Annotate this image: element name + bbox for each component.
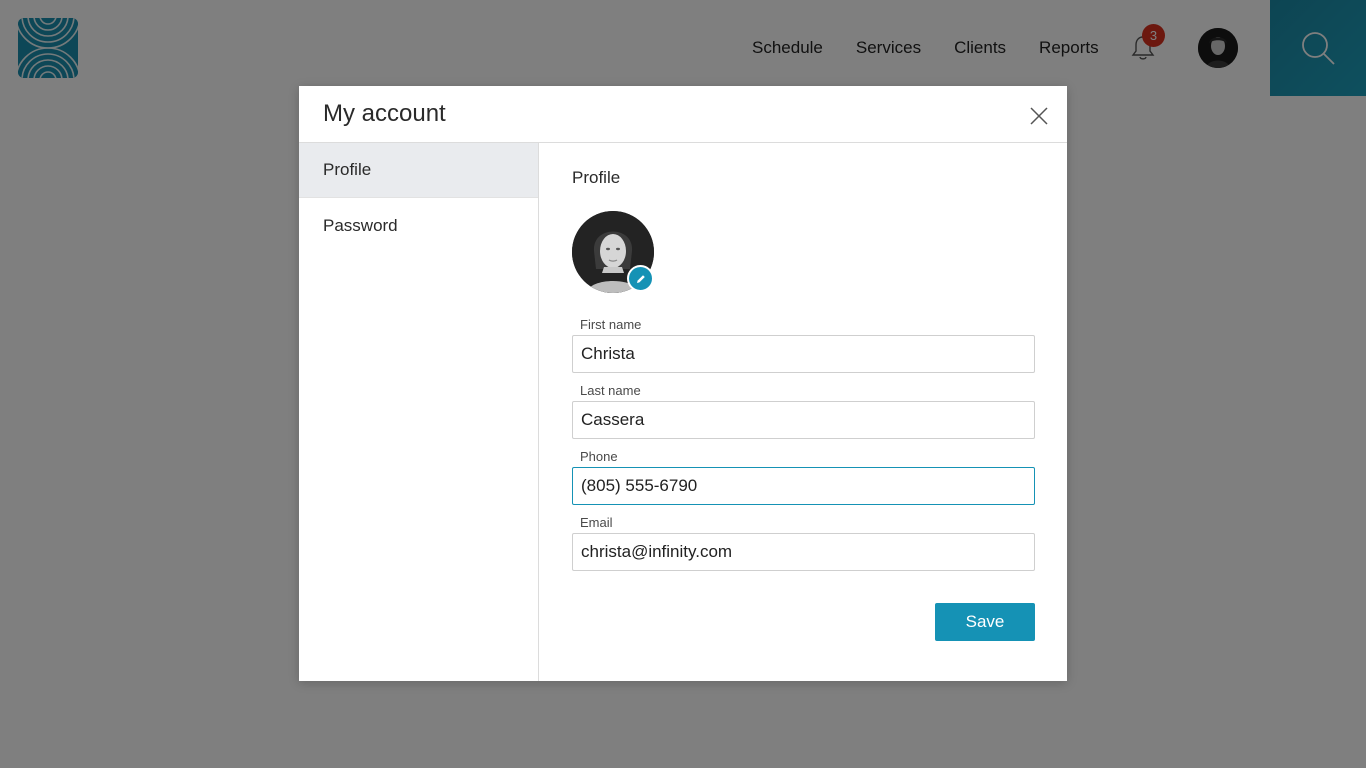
- modal-header: My account: [299, 86, 1067, 143]
- first-name-label: First name: [580, 317, 642, 332]
- profile-panel: Profile First name Last name Phone: [540, 143, 1067, 681]
- close-button[interactable]: [1025, 102, 1053, 130]
- email-field[interactable]: [572, 533, 1035, 571]
- last-name-field[interactable]: [572, 401, 1035, 439]
- save-button[interactable]: Save: [935, 603, 1035, 641]
- phone-label: Phone: [580, 449, 618, 464]
- sidebar-item-label: Password: [323, 215, 398, 235]
- sidebar-item-label: Profile: [323, 160, 372, 179]
- pencil-icon: [636, 274, 645, 283]
- last-name-label: Last name: [580, 383, 641, 398]
- modal-title: My account: [323, 100, 446, 127]
- my-account-modal: My account Profile Password Profile Firs…: [299, 86, 1067, 681]
- first-name-field[interactable]: [572, 335, 1035, 373]
- edit-photo-button[interactable]: [627, 265, 654, 292]
- sidebar-item-profile[interactable]: Profile: [299, 143, 538, 198]
- email-label: Email: [580, 515, 613, 530]
- sidebar-item-password[interactable]: Password: [299, 198, 538, 253]
- account-sidebar: Profile Password: [299, 143, 539, 681]
- section-title: Profile: [572, 168, 621, 187]
- phone-field[interactable]: [572, 467, 1035, 505]
- close-icon: [1030, 107, 1048, 125]
